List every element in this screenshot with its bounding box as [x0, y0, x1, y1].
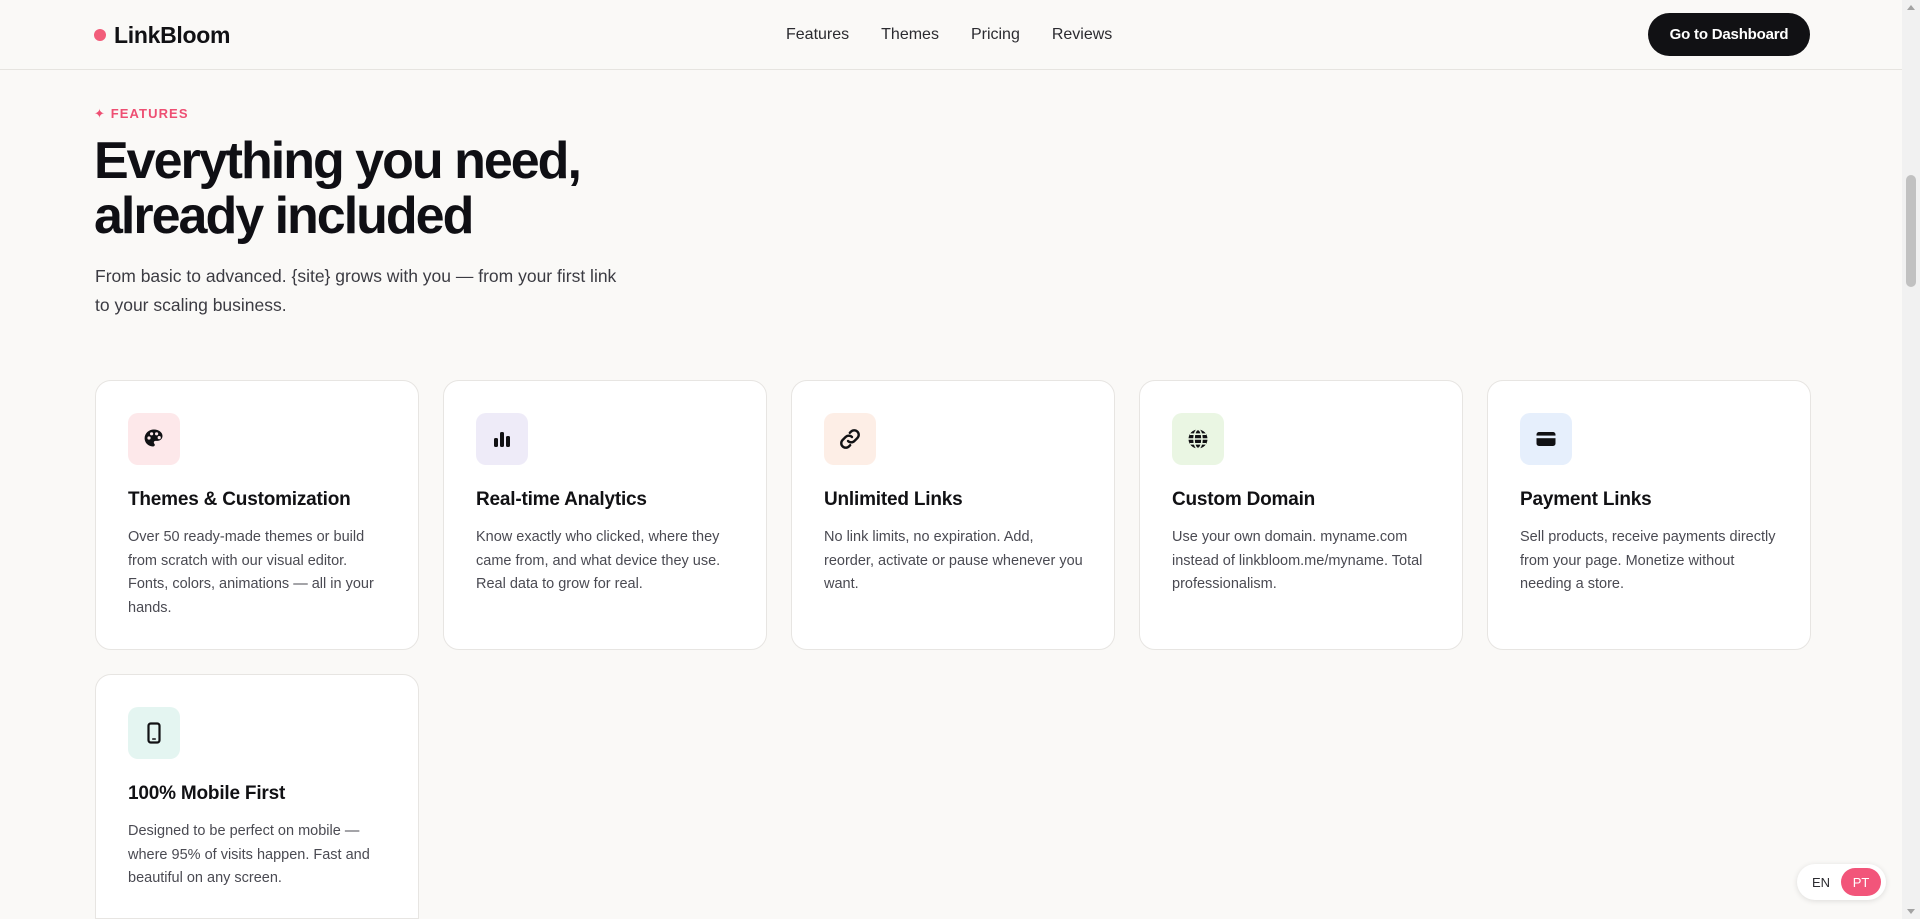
smartphone-icon [147, 722, 161, 744]
main-nav: Features Themes Pricing Reviews [786, 22, 1112, 48]
language-option-en[interactable]: EN [1801, 868, 1841, 896]
feature-description: Know exactly who clicked, where they cam… [476, 529, 721, 592]
feature-icon-box [128, 413, 180, 465]
section-eyebrow: ✦ FEATURES [94, 106, 189, 121]
logo[interactable]: LinkBloom [94, 20, 230, 50]
section-subtitle: From basic to advanced. {site} grows wit… [95, 262, 635, 320]
feature-title: Real-time Analytics [476, 489, 647, 510]
nav-pricing[interactable]: Pricing [971, 26, 1020, 44]
go-to-dashboard-button[interactable]: Go to Dashboard [1648, 13, 1810, 56]
bar-chart-icon [494, 432, 510, 447]
feature-title: Unlimited Links [824, 489, 963, 510]
feature-card-analytics: Real-time Analytics Know exactly who cli… [443, 380, 767, 650]
scroll-down-arrow-icon[interactable] [1907, 909, 1915, 914]
feature-description: Over 50 ready-made themes or build from … [128, 529, 374, 616]
feature-title: Custom Domain [1172, 489, 1316, 510]
feature-title: 100% Mobile First [128, 783, 286, 804]
section-title: Everything you need, already included [94, 134, 794, 244]
scrollbar-thumb[interactable] [1906, 175, 1916, 287]
feature-description: Use your own domain. myname.com instead … [1172, 529, 1423, 592]
nav-features[interactable]: Features [786, 26, 849, 44]
feature-icon-box [128, 707, 180, 759]
feature-card-themes: Themes & Customization Over 50 ready-mad… [95, 380, 419, 650]
feature-icon-box [824, 413, 876, 465]
feature-title: Payment Links [1520, 489, 1652, 510]
feature-card-payment: Payment Links Sell products, receive pay… [1487, 380, 1811, 650]
feature-description: Sell products, receive payments directly… [1520, 529, 1776, 592]
section-title-line-2: already included [94, 187, 474, 245]
nav-themes[interactable]: Themes [881, 26, 939, 44]
feature-description: No link limits, no expiration. Add, reor… [824, 529, 1083, 592]
section-title-line-1: Everything you need, [94, 132, 582, 190]
page-scrollbar[interactable] [1902, 0, 1920, 919]
logo-text: LinkBloom [114, 21, 231, 48]
language-switcher: EN PT [1797, 864, 1886, 900]
link-icon [840, 429, 860, 449]
credit-card-icon [1536, 432, 1556, 446]
palette-icon [144, 429, 163, 447]
feature-icon-box [476, 413, 528, 465]
top-navbar: LinkBloom Features Themes Pricing Review… [0, 0, 1902, 70]
feature-card-domain: Custom Domain Use your own domain. mynam… [1139, 380, 1463, 650]
logo-dot-icon [94, 29, 106, 41]
feature-title: Themes & Customization [128, 489, 351, 510]
language-option-pt[interactable]: PT [1841, 868, 1881, 896]
feature-icon-box [1172, 413, 1224, 465]
nav-reviews[interactable]: Reviews [1052, 26, 1112, 44]
feature-icon-box [1520, 413, 1572, 465]
section-subtitle-line-1: From basic to advanced. {site} grows wit… [95, 266, 617, 286]
feature-card-mobile: 100% Mobile First Designed to be perfect… [95, 674, 419, 919]
section-subtitle-line-2: to your scaling business. [95, 295, 287, 315]
scroll-up-arrow-icon[interactable] [1907, 5, 1915, 10]
feature-card-links: Unlimited Links No link limits, no expir… [791, 380, 1115, 650]
globe-icon [1188, 428, 1208, 450]
feature-description: Designed to be perfect on mobile — where… [128, 823, 370, 886]
